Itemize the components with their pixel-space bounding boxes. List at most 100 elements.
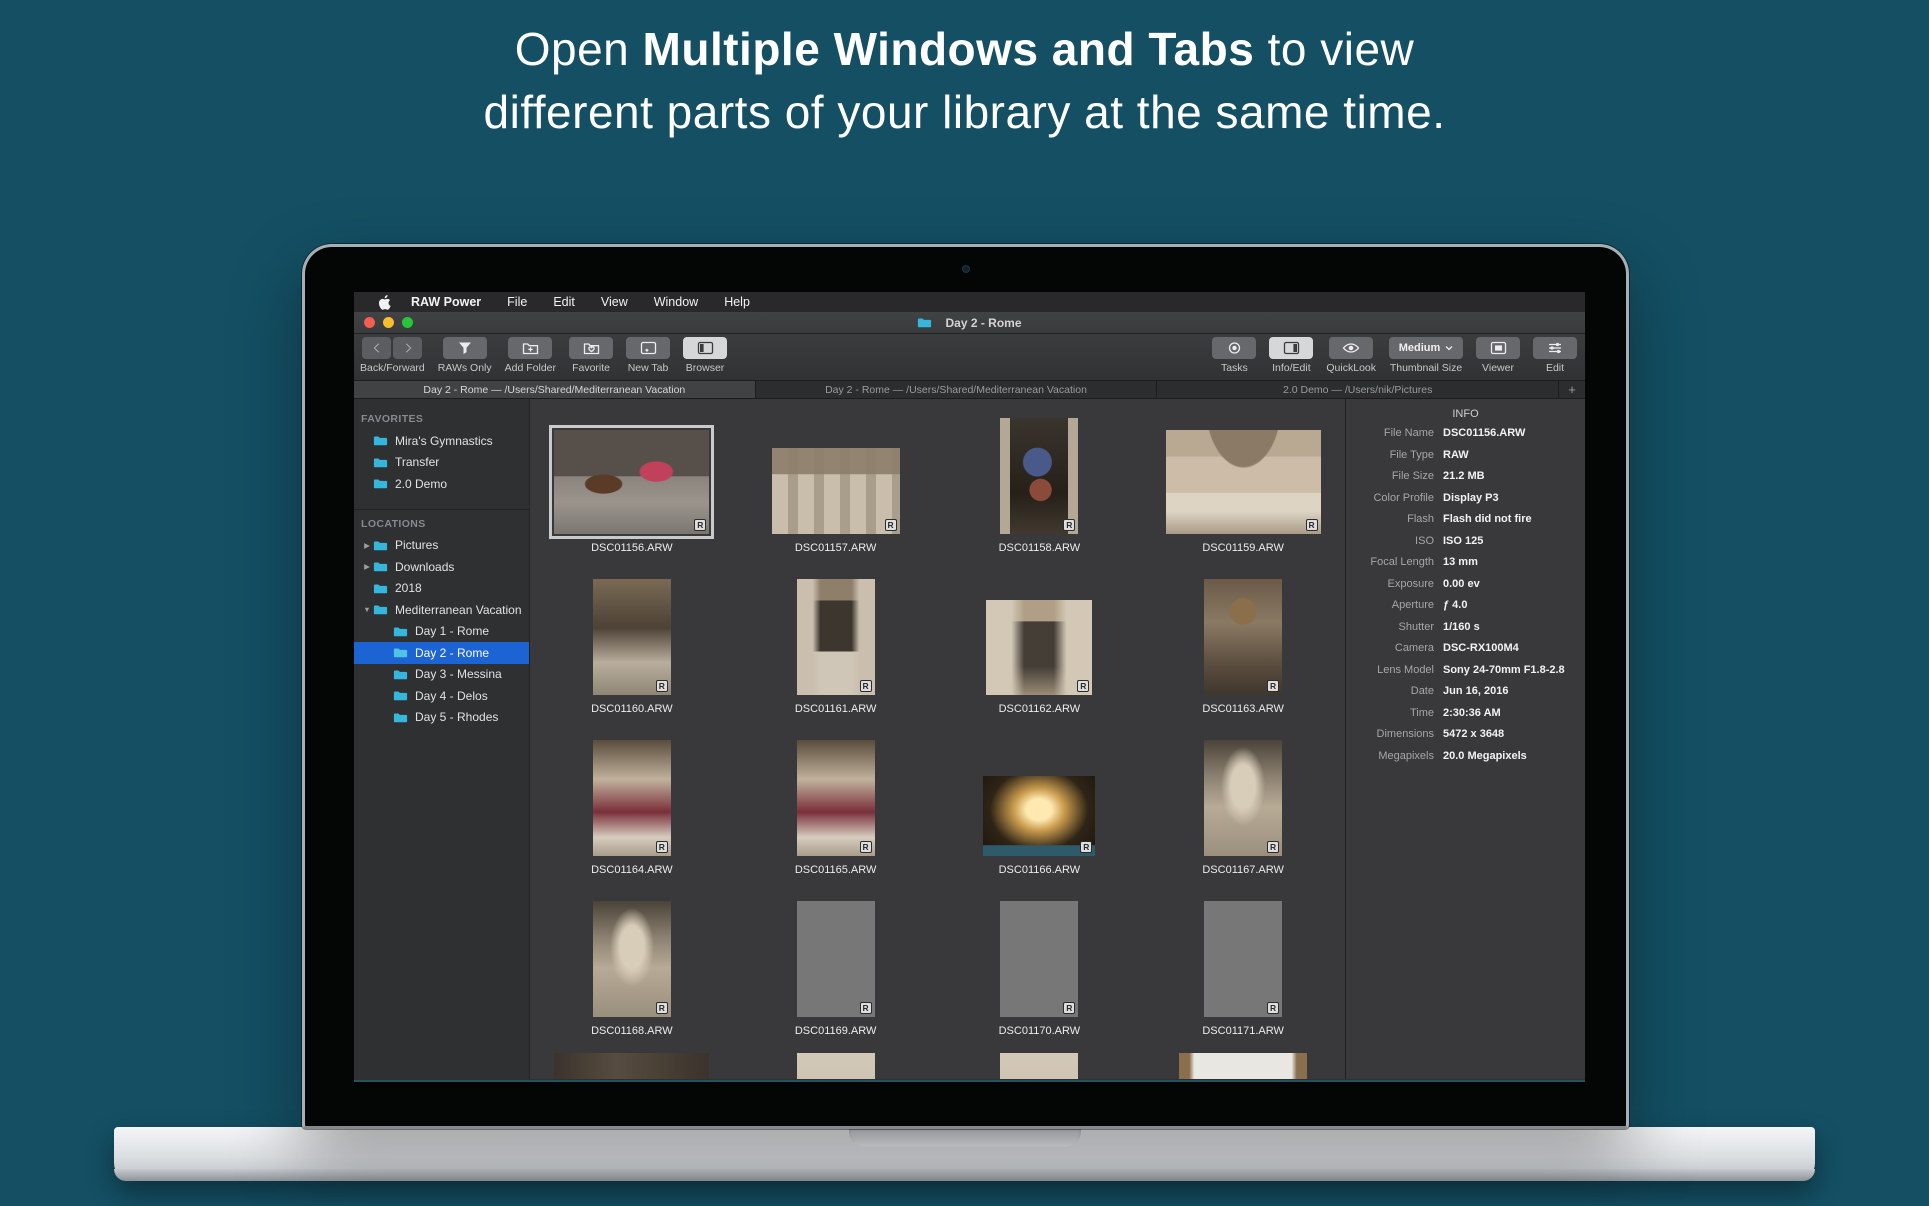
- photo-cell[interactable]: R DSC01161.ARW: [734, 560, 938, 721]
- forward-button[interactable]: [393, 337, 422, 359]
- photo-thumbnail[interactable]: R: [1204, 579, 1282, 695]
- photo-thumbnail[interactable]: [554, 1053, 709, 1079]
- photo-filename: DSC01171.ARW: [1202, 1025, 1284, 1037]
- apple-logo-icon[interactable]: [378, 295, 391, 310]
- photo-cell[interactable]: [734, 1043, 938, 1079]
- add-folder-button[interactable]: [508, 337, 552, 359]
- folder-icon: [373, 478, 388, 489]
- menu-app-name[interactable]: RAW Power: [411, 295, 481, 309]
- photo-cell[interactable]: R DSC01157.ARW: [734, 399, 938, 560]
- quicklook-button[interactable]: [1329, 337, 1373, 359]
- sidebar-item[interactable]: Day 2 - Rome: [354, 642, 529, 664]
- sidebar-left-icon: [697, 341, 714, 355]
- menu-item[interactable]: Window: [654, 295, 698, 309]
- info-value: 0.00 ev: [1443, 578, 1585, 590]
- sidebar-item[interactable]: Day 4 - Delos: [354, 685, 529, 707]
- thumbnail-size-dropdown[interactable]: Medium: [1389, 337, 1463, 359]
- photo-cell[interactable]: R DSC01159.ARW: [1141, 399, 1345, 560]
- photo-thumbnail[interactable]: [797, 1053, 875, 1079]
- photo-cell[interactable]: [938, 1043, 1142, 1079]
- photo-thumbnail[interactable]: [1000, 1053, 1078, 1079]
- close-button[interactable]: [364, 317, 375, 328]
- photo-cell[interactable]: R DSC01167.ARW: [1141, 721, 1345, 882]
- photo-thumbnail[interactable]: [1179, 1053, 1307, 1079]
- sidebar-item[interactable]: Transfer: [354, 452, 529, 474]
- photo-filename: DSC01165.ARW: [795, 864, 877, 876]
- folder-icon: [393, 669, 408, 680]
- window-tab[interactable]: Day 2 - Rome — /Users/Shared/Mediterrane…: [756, 381, 1158, 398]
- tasks-button[interactable]: [1212, 337, 1256, 359]
- photo-thumbnail[interactable]: R: [1204, 901, 1282, 1017]
- info-value: 1/160 s: [1443, 621, 1585, 633]
- photo-cell[interactable]: R DSC01171.ARW: [1141, 882, 1345, 1043]
- sidebar-item[interactable]: Day 5 - Rhodes: [354, 707, 529, 729]
- photo-thumbnail[interactable]: R: [983, 776, 1095, 856]
- sidebar-item[interactable]: ▶ Downloads: [354, 556, 529, 578]
- photo-thumbnail[interactable]: R: [797, 579, 875, 695]
- sidebar-locations-header: LOCATIONS: [361, 518, 529, 530]
- raws-only-button[interactable]: [443, 337, 487, 359]
- photo-cell[interactable]: [530, 1043, 734, 1079]
- photo-cell[interactable]: R DSC01166.ARW: [938, 721, 1142, 882]
- photo-cell[interactable]: R DSC01164.ARW: [530, 721, 734, 882]
- photo-thumbnail[interactable]: R: [1000, 418, 1078, 534]
- folder-icon: [393, 712, 408, 723]
- disclosure-triangle-icon[interactable]: ▼: [361, 605, 373, 614]
- photo-thumbnail[interactable]: R: [554, 430, 709, 534]
- window-tab[interactable]: 2.0 Demo — /Users/nik/Pictures: [1157, 381, 1559, 398]
- add-tab-button[interactable]: +: [1559, 381, 1585, 398]
- edit-button[interactable]: [1533, 337, 1577, 359]
- browser-button[interactable]: [683, 337, 727, 359]
- photo-thumbnail[interactable]: R: [986, 600, 1092, 695]
- photo-cell[interactable]: R DSC01162.ARW: [938, 560, 1142, 721]
- photo-cell[interactable]: R DSC01165.ARW: [734, 721, 938, 882]
- photo-cell[interactable]: R DSC01170.ARW: [938, 882, 1142, 1043]
- zoom-button[interactable]: [402, 317, 413, 328]
- photo-thumbnail[interactable]: R: [772, 448, 900, 534]
- photo-thumbnail[interactable]: R: [797, 901, 875, 1017]
- sidebar-item[interactable]: ▶ Pictures: [354, 535, 529, 557]
- photo-thumbnail[interactable]: R: [593, 901, 671, 1017]
- favorite-button[interactable]: [569, 337, 613, 359]
- photo-thumbnail[interactable]: R: [1204, 740, 1282, 856]
- photo-thumbnail[interactable]: R: [593, 579, 671, 695]
- sidebar-item[interactable]: 2018: [354, 578, 529, 600]
- info-value: Sony 24-70mm F1.8-2.8: [1443, 664, 1585, 676]
- sidebar-item[interactable]: Mira's Gymnastics: [354, 430, 529, 452]
- menu-item[interactable]: View: [601, 295, 628, 309]
- info-label: Shutter: [1346, 621, 1434, 633]
- photo-filename: DSC01159.ARW: [1202, 542, 1284, 554]
- minimize-button[interactable]: [383, 317, 394, 328]
- menu-item[interactable]: Edit: [553, 295, 575, 309]
- viewer-button[interactable]: [1476, 337, 1520, 359]
- window-tab[interactable]: Day 2 - Rome — /Users/Shared/Mediterrane…: [354, 381, 756, 398]
- sidebar-item[interactable]: Day 1 - Rome: [354, 621, 529, 643]
- photo-thumbnail[interactable]: R: [593, 740, 671, 856]
- photo-cell[interactable]: R DSC01163.ARW: [1141, 560, 1345, 721]
- raw-badge: R: [860, 841, 872, 853]
- photo-thumbnail[interactable]: R: [1166, 430, 1321, 534]
- sidebar-item[interactable]: 2.0 Demo: [354, 473, 529, 495]
- photo-cell[interactable]: R DSC01168.ARW: [530, 882, 734, 1043]
- new-tab-button[interactable]: [626, 337, 670, 359]
- disclosure-triangle-icon[interactable]: ▶: [361, 562, 373, 571]
- photo-thumbnail[interactable]: R: [797, 740, 875, 856]
- photo-browser: R DSC01156.ARW R DSC01157.ARW: [530, 399, 1345, 1079]
- photo-thumbnail[interactable]: R: [1000, 901, 1078, 1017]
- photo-cell[interactable]: R DSC01156.ARW: [530, 399, 734, 560]
- menu-item[interactable]: Help: [724, 295, 750, 309]
- sidebar-item[interactable]: ▼ Mediterranean Vacation: [354, 599, 529, 621]
- photo-cell[interactable]: R DSC01158.ARW: [938, 399, 1142, 560]
- back-button[interactable]: [362, 337, 391, 359]
- folder-icon: [393, 626, 408, 637]
- menu-item[interactable]: File: [507, 295, 527, 309]
- disclosure-triangle-icon[interactable]: ▶: [361, 541, 373, 550]
- sidebar-item-label: Downloads: [395, 560, 454, 574]
- toolbar-quicklook: QuickLook: [1326, 337, 1376, 380]
- photo-cell[interactable]: [1141, 1043, 1345, 1079]
- info-edit-button[interactable]: [1269, 337, 1313, 359]
- photo-cell[interactable]: R DSC01169.ARW: [734, 882, 938, 1043]
- photo-cell[interactable]: R DSC01160.ARW: [530, 560, 734, 721]
- sidebar-item[interactable]: Day 3 - Messina: [354, 664, 529, 686]
- toolbar-favorite: Favorite: [569, 337, 613, 380]
